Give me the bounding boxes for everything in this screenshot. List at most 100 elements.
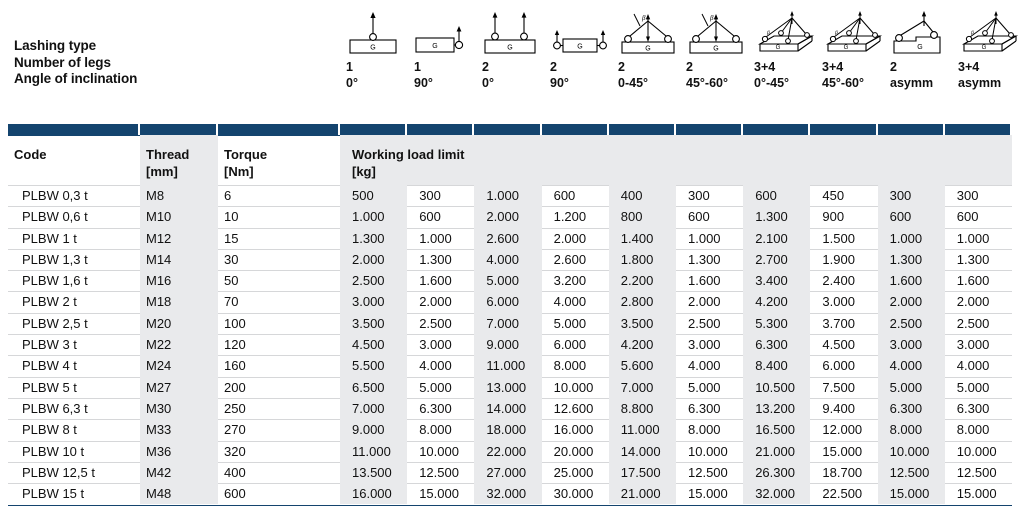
- svg-text:β: β: [766, 30, 770, 36]
- legend-label-lashing-type: Lashing type: [14, 38, 97, 53]
- cell-wll-2: 10.000: [419, 443, 459, 459]
- header-working-load-limit-line-1: Working load limit: [352, 147, 465, 162]
- cell-wll-5: 8.800: [608, 397, 676, 420]
- table-row[interactable]: PLBW 10 t M36 320 11.000 10.000 22.000 20.000 1…: [0, 440, 1020, 462]
- cell-wll-3: 2.000: [474, 206, 542, 228]
- cell-thread: M14: [140, 248, 218, 271]
- cell-wll-10: 8.000: [956, 422, 990, 438]
- two-leg-asymmetric-icon: G: [890, 6, 952, 56]
- svg-text:G: G: [507, 45, 512, 52]
- cell-wll-7: 5.300: [743, 312, 811, 335]
- legend-label-angle-of-inclination: Angle of inclination: [14, 71, 138, 86]
- cell-wll-2: 300: [419, 188, 441, 203]
- table-row[interactable]: PLBW 15 t M48 600 16.000 15.000 32.000 30.000 2…: [0, 483, 1020, 505]
- header-bar-segment: [743, 124, 809, 135]
- cell-wll-3: 11.000: [474, 355, 542, 377]
- cell-wll-1: 5.500: [340, 355, 408, 377]
- cell-thread: M16: [140, 270, 218, 292]
- cell-wll-4: 10.000: [553, 379, 594, 395]
- svg-text:G: G: [844, 45, 849, 51]
- table-row[interactable]: PLBW 4 t M24 160 5.500 4.000 11.000 8.000 5.600…: [0, 355, 1020, 377]
- svg-text:G: G: [370, 45, 375, 52]
- cell-wll-2: 6.300: [419, 400, 452, 416]
- header-bar-segment: [8, 124, 138, 135]
- table-row[interactable]: PLBW 6,3 t M30 250 7.000 6.300 14.000 12.600 8.…: [0, 397, 1020, 420]
- cell-wll-6: 1.600: [688, 273, 721, 289]
- table-row[interactable]: PLBW 1 t M12 15 1.300 1.000 2.600 2.000 1.400 1.…: [0, 227, 1020, 249]
- cell-wll-6: 3.000: [688, 337, 721, 353]
- cell-torque: 600: [224, 486, 246, 502]
- cell-wll-1: 4.500: [340, 334, 408, 356]
- configuration-diagram-row: G 1 0° G 1 90° G 2 0° G 2 90° G β 2 0-45…: [340, 6, 1020, 106]
- cell-wll-2: 2.000: [419, 294, 452, 310]
- cell-wll-9: 12.500: [877, 461, 945, 484]
- table-row[interactable]: PLBW 1,6 t M16 50 2.500 1.600 5.000 3.200 2.200…: [0, 270, 1020, 292]
- legs-count: 3+4: [958, 60, 980, 74]
- table-row[interactable]: PLBW 0,3 t M8 6 500 300 1.000 600 400 300 600 450 3…: [0, 185, 1020, 207]
- angle-value: 0°-45°: [754, 76, 790, 90]
- cell-wll-9: 1.000: [877, 227, 945, 249]
- cell-wll-1: 2.500: [340, 270, 408, 292]
- cell-wll-3: 14.000: [474, 397, 542, 420]
- cell-wll-4: 1.200: [553, 209, 587, 225]
- legend-label-number-of-legs: Number of legs: [14, 54, 111, 70]
- cell-wll-8: 15.000: [822, 443, 863, 459]
- cell-wll-6: 1.000: [688, 230, 721, 246]
- table-row[interactable]: PLBW 2 t M18 70 3.000 2.000 6.000 4.000 2.800 2.…: [0, 291, 1020, 313]
- header-bar-segment: [140, 124, 216, 135]
- cell-torque: 100: [224, 315, 246, 331]
- cell-wll-10: 2.000: [956, 294, 990, 310]
- header-working-load-limit: Working load limit [kg]: [340, 135, 1012, 185]
- cell-wll-6: 2.500: [688, 315, 721, 331]
- header-torque: Torque [Nm]: [218, 135, 340, 185]
- table-row[interactable]: PLBW 12,5 t M42 400 13.500 12.500 27.000 25.00…: [0, 461, 1020, 484]
- table-row[interactable]: PLBW 3 t M22 120 4.500 3.000 9.000 6.000 4.200 3…: [0, 334, 1020, 356]
- cell-wll-8: 3.700: [822, 315, 855, 331]
- two-leg-horizontal-icon: G: [550, 6, 610, 56]
- cell-wll-2: 1.000: [419, 230, 452, 246]
- table-row[interactable]: PLBW 0,6 t M10 10 1.000 600 2.000 1.200 800 600 1…: [0, 206, 1020, 228]
- legend-section: Lashing type Number of legs Angle of inc…: [0, 0, 1020, 118]
- cell-wll-10: 10.000: [956, 443, 997, 459]
- configuration-2-leg-0deg: G 2 0°: [476, 6, 544, 106]
- cell-wll-4: 6.000: [553, 337, 587, 353]
- cell-wll-6: 15.000: [688, 486, 728, 502]
- cell-wll-8: 22.500: [822, 486, 863, 502]
- angle-value: 0°: [346, 76, 358, 90]
- cell-thread: M20: [140, 312, 218, 335]
- cell-wll-8: 1.500: [822, 230, 855, 246]
- cell-wll-9: 1.300: [877, 248, 945, 271]
- cell-wll-3: 18.000: [474, 419, 542, 441]
- cell-wll-10: 5.000: [956, 379, 990, 395]
- cell-wll-9: 15.000: [877, 483, 945, 505]
- cell-wll-9: 600: [877, 206, 945, 228]
- four-leg-inclined-low-icon: G β: [754, 6, 816, 56]
- cell-thread: M18: [140, 291, 218, 313]
- cell-thread: M12: [140, 227, 218, 249]
- svg-text:β: β: [834, 30, 838, 36]
- table-row[interactable]: PLBW 8 t M33 270 9.000 8.000 18.000 16.000 11.0…: [0, 419, 1020, 441]
- cell-torque: 10: [224, 209, 239, 225]
- cell-torque: 15: [224, 230, 239, 246]
- cell-torque: 270: [224, 422, 246, 438]
- svg-text:G: G: [645, 46, 650, 53]
- cell-thread: M27: [140, 376, 218, 398]
- cell-wll-1: 500: [340, 185, 408, 207]
- table-row[interactable]: PLBW 2,5 t M20 100 3.500 2.500 7.000 5.000 3.50…: [0, 312, 1020, 335]
- cell-wll-8: 6.000: [822, 358, 855, 374]
- cell-torque: 400: [224, 464, 246, 480]
- capacity-table: Code Thread [mm] Torque [Nm] Working load lim…: [0, 124, 1020, 506]
- cell-wll-8: 1.900: [822, 251, 855, 267]
- header-bar-segment: [541, 124, 607, 135]
- table-row[interactable]: PLBW 1,3 t M14 30 2.000 1.300 4.000 2.600 1.800…: [0, 248, 1020, 271]
- cell-wll-3: 2.600: [474, 227, 542, 249]
- angle-value: 90°: [550, 76, 569, 90]
- cell-wll-4: 8.000: [553, 358, 587, 374]
- table-row[interactable]: PLBW 5 t M27 200 6.500 5.000 13.000 10.000 7.00…: [0, 376, 1020, 398]
- cell-wll-6: 1.300: [688, 251, 721, 267]
- cell-wll-1: 3.500: [340, 312, 408, 335]
- cell-wll-9: 4.000: [877, 355, 945, 377]
- cell-code: PLBW 0,3 t: [22, 188, 88, 203]
- svg-text:G: G: [713, 46, 718, 53]
- cell-torque: 250: [224, 400, 246, 416]
